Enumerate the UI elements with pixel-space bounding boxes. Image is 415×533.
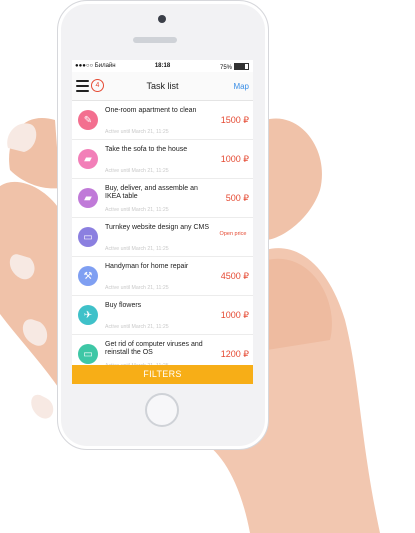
monitor-icon: ▭ (78, 344, 98, 364)
battery-percent: 75% (219, 65, 232, 71)
camera-icon (158, 15, 166, 23)
navigation-bar: 4 Task list Map (72, 72, 253, 101)
task-price: 1200 ₽ (220, 349, 249, 359)
task-subtitle: Active until March 21, 11:25 (105, 285, 169, 291)
broom-icon: ✎ (78, 110, 98, 130)
task-subtitle: Active until March 21, 11:25 (105, 246, 169, 252)
filters-button[interactable]: FILTERS (72, 365, 253, 384)
truck-icon: ▰ (78, 188, 98, 208)
task-subtitle: Active until March 21, 11:25 (105, 168, 169, 174)
page-title: Task list (146, 81, 179, 91)
task-price: 1000 ₽ (220, 154, 249, 164)
monitor-icon: ▭ (78, 227, 98, 247)
task-price: 500 ₽ (225, 193, 249, 203)
truck-icon: ▰ (78, 149, 98, 169)
task-row[interactable]: ✎ One-room apartment to clean Active unt… (72, 101, 253, 140)
task-title: Get rid of computer viruses and reinstal… (105, 341, 203, 357)
task-subtitle: Active until March 21, 11:25 (105, 324, 169, 330)
task-row[interactable]: ▰ Buy, deliver, and assemble an IKEA tab… (72, 179, 253, 218)
task-row[interactable]: ⚒ Handyman for home repair Active until … (72, 257, 253, 296)
battery-icon (234, 63, 249, 70)
task-subtitle: Active until March 21, 11:25 (105, 207, 169, 213)
task-title: Turnkey website design any CMS (105, 224, 210, 231)
task-row[interactable]: ▰ Take the sofa to the house Active unti… (72, 140, 253, 179)
task-price: 1500 ₽ (220, 115, 249, 125)
task-title: Take the sofa to the house (105, 146, 188, 153)
task-price: Open price (219, 231, 247, 237)
task-row[interactable]: ✈ Buy flowers Active until March 21, 11:… (72, 296, 253, 335)
task-title: One-room apartment to clean (105, 107, 197, 114)
phone-screen: ●●●○○ Билайн 18:18 75% 4 Task list Map ✎… (72, 60, 253, 384)
task-price: 1000 ₽ (220, 310, 249, 320)
status-bar: ●●●○○ Билайн 18:18 75% (72, 60, 253, 72)
task-row[interactable]: ▭ Turnkey website design any CMS Active … (72, 218, 253, 257)
task-title: Buy, deliver, and assemble an IKEA table (105, 185, 198, 201)
wrench-icon: ⚒ (78, 266, 98, 286)
task-subtitle: Active until March 21, 11:25 (105, 129, 169, 135)
task-title: Buy flowers (105, 302, 142, 309)
speaker-grille (133, 37, 177, 43)
home-button[interactable] (145, 393, 179, 427)
task-title: Handyman for home repair (105, 263, 189, 270)
task-price: 4500 ₽ (220, 271, 249, 281)
battery-status: 75% (220, 63, 249, 71)
map-button[interactable]: Map (233, 82, 249, 91)
runner-icon: ✈ (78, 305, 98, 325)
